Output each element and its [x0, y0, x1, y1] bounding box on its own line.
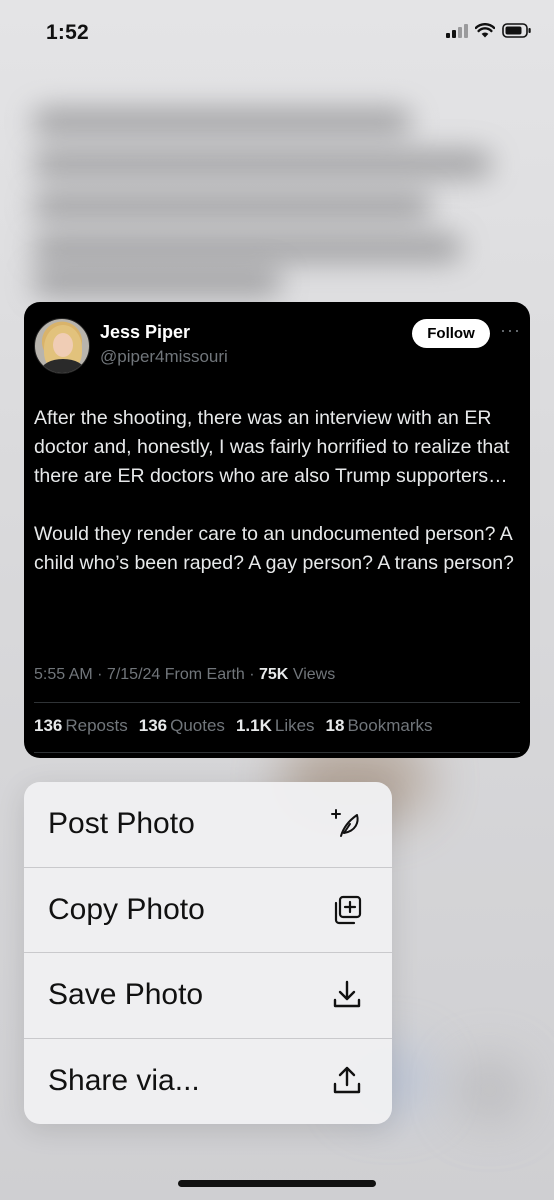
tweet-source: From Earth: [164, 666, 245, 683]
views-label: Views: [292, 666, 336, 683]
menu-item-label: Share via...: [48, 1064, 200, 1098]
display-name[interactable]: Jess Piper: [100, 322, 190, 343]
tweet-card[interactable]: Jess Piper @piper4missouri Follow ··· Af…: [24, 302, 530, 758]
stat-quotes[interactable]: 136 Quotes: [139, 716, 225, 736]
feather-plus-icon: [330, 807, 364, 841]
menu-item-share-via[interactable]: Share via...: [24, 1039, 392, 1125]
menu-item-label: Save Photo: [48, 978, 204, 1012]
home-indicator[interactable]: [178, 1180, 376, 1187]
copy-plus-icon: [330, 893, 364, 927]
follow-button[interactable]: Follow: [412, 319, 490, 348]
status-icons: [446, 23, 532, 38]
more-options-icon[interactable]: ···: [500, 320, 521, 341]
tweet-stats: 136 Reposts 136 Quotes 1.1K Likes 18 Bookmar…: [34, 716, 433, 736]
divider: [34, 752, 520, 753]
menu-item-copy-photo[interactable]: Copy Photo: [24, 868, 392, 953]
stat-reposts[interactable]: 136 Reposts: [34, 716, 128, 736]
stat-bookmarks[interactable]: 18 Bookmarks: [326, 716, 433, 736]
tweet-text: After the shooting, there was an intervi…: [34, 407, 514, 574]
divider: [34, 702, 520, 703]
menu-item-post-photo[interactable]: Post Photo: [24, 782, 392, 868]
wifi-icon: [475, 23, 495, 38]
tweet-date: 7/15/24: [106, 666, 161, 683]
status-time: 1:52: [46, 21, 89, 44]
views-count: 75K: [259, 666, 289, 683]
download-icon: [330, 978, 364, 1012]
share-icon: [330, 1064, 364, 1098]
status-bar: 1:52: [0, 0, 554, 62]
tweet-time: 5:55 AM: [34, 666, 93, 683]
menu-item-save-photo[interactable]: Save Photo: [24, 953, 392, 1039]
battery-icon: [502, 23, 531, 38]
context-menu: Post Photo Copy Photo Save Photo Share v…: [24, 782, 392, 1124]
stat-likes[interactable]: 1.1K Likes: [236, 716, 315, 736]
cellular-signal-icon: [446, 23, 468, 38]
menu-item-label: Copy Photo: [48, 892, 205, 926]
user-handle[interactable]: @piper4missouri: [100, 347, 228, 367]
tweet-meta: 5:55 AM · 7/15/24 From Earth · 75K Views: [34, 666, 336, 683]
menu-item-label: Post Photo: [48, 807, 195, 841]
avatar[interactable]: [34, 318, 90, 374]
